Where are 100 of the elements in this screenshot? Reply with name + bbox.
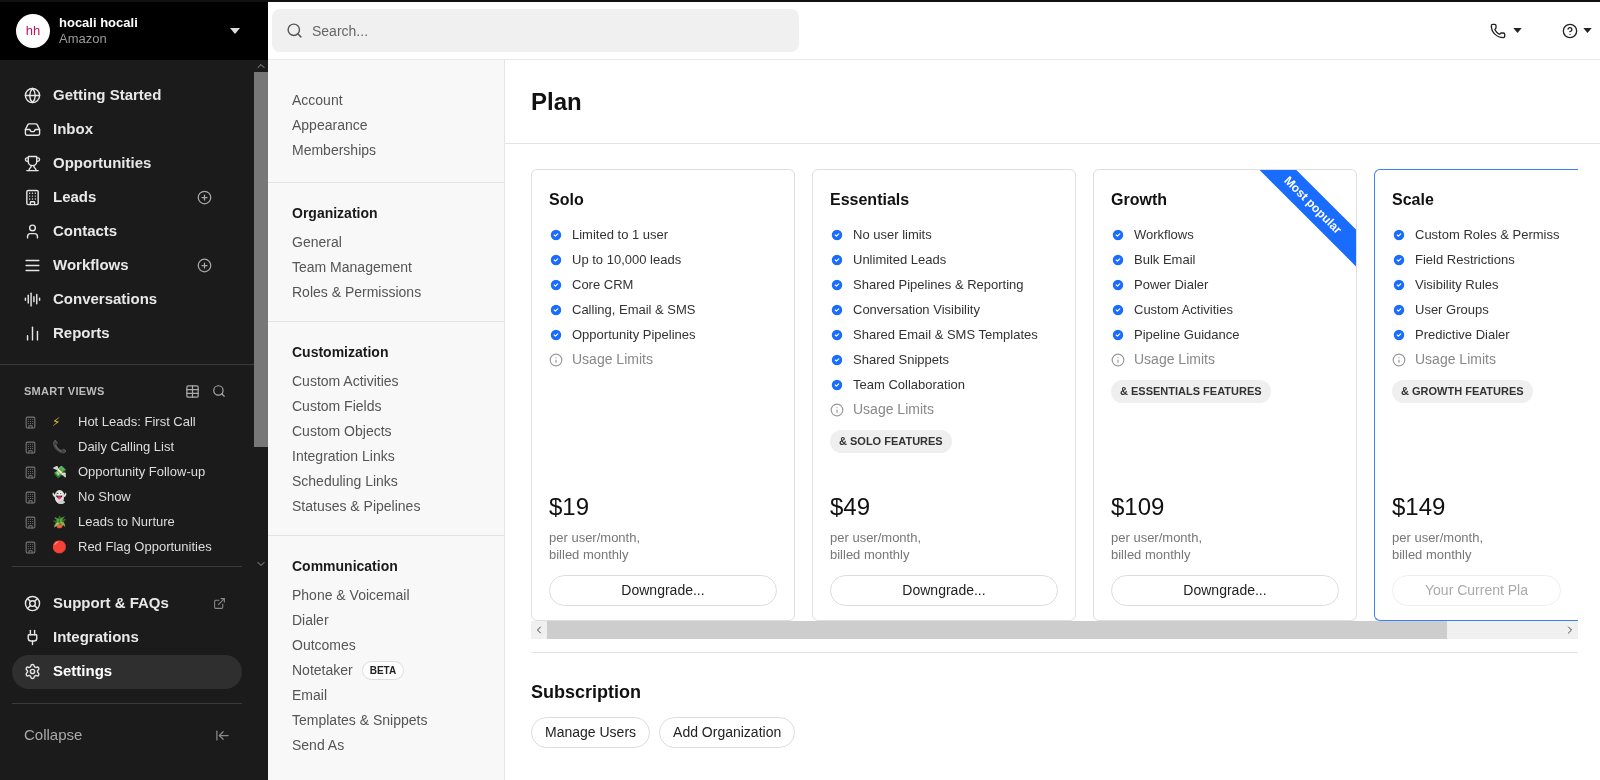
add-icon[interactable] xyxy=(197,257,212,273)
settings-icon xyxy=(24,663,41,680)
company-name: Amazon xyxy=(59,31,108,48)
nav-label: Opportunities xyxy=(53,152,152,173)
smart-view-item[interactable]: 💸 Opportunity Follow-up xyxy=(24,459,230,485)
help-menu-button[interactable] xyxy=(1562,22,1592,39)
nav-label: Settings xyxy=(53,661,113,682)
emoji-icon: 🔴 xyxy=(52,538,68,556)
check-icon xyxy=(1392,302,1406,317)
feature-text: Shared Snippets xyxy=(853,350,950,369)
info-icon xyxy=(1111,352,1125,367)
trophy-icon xyxy=(24,154,41,172)
nav-item[interactable]: Leads xyxy=(12,180,242,214)
price-period: per user/month, xyxy=(1392,529,1485,546)
plan-price: $149 xyxy=(1392,492,1447,522)
smart-view-item[interactable]: 📞 Daily Calling List xyxy=(24,434,230,460)
nav-item[interactable]: Opportunities xyxy=(12,146,242,180)
section-title: SMART VIEWS xyxy=(24,384,105,399)
user-name: hocali hocali xyxy=(59,14,138,31)
includes-tag: & ESSENTIALS FEATURES xyxy=(1111,380,1271,403)
search-field[interactable]: Search... xyxy=(272,9,799,52)
external-link-icon[interactable] xyxy=(213,597,226,610)
settings-section-title: Communication xyxy=(292,557,399,576)
settings-link[interactable]: Custom Activities xyxy=(292,371,399,392)
plan-name: Solo xyxy=(549,190,584,210)
settings-section-title: Organization xyxy=(292,204,379,223)
feature-text: Conversation Visibility xyxy=(853,300,980,319)
check-icon xyxy=(549,277,563,292)
settings-link[interactable]: Account xyxy=(292,90,343,111)
settings-link[interactable]: Email xyxy=(292,685,327,706)
feature-text: Unlimited Leads xyxy=(853,250,947,269)
account-header[interactable]: hh hocali hocali Amazon xyxy=(0,2,268,60)
settings-link[interactable]: Phone & Voicemail xyxy=(292,585,410,606)
plan-name: Essentials xyxy=(830,190,910,210)
check-icon xyxy=(830,252,844,267)
nav-item[interactable]: Contacts xyxy=(12,214,242,248)
settings-link[interactable]: Send As xyxy=(292,735,345,756)
globe-icon xyxy=(24,86,41,104)
add-icon[interactable] xyxy=(197,189,212,205)
lifebuoy-icon xyxy=(24,595,41,612)
settings-link[interactable]: General xyxy=(292,232,342,253)
check-icon xyxy=(1392,227,1406,242)
check-icon xyxy=(1111,252,1125,267)
search-icon[interactable] xyxy=(212,384,226,399)
check-icon xyxy=(1392,327,1406,342)
settings-link[interactable]: Statuses & Pipelines xyxy=(292,496,421,517)
settings-link[interactable]: Custom Fields xyxy=(292,396,382,417)
feature-text: Predictive Dialer xyxy=(1415,325,1510,344)
smart-view-item[interactable]: ⚡ Hot Leads: First Call xyxy=(24,409,230,435)
feature-text: Shared Email & SMS Templates xyxy=(853,325,1038,344)
settings-link[interactable]: Notetaker xyxy=(292,660,353,681)
feature-text: Opportunity Pipelines xyxy=(572,325,696,344)
info-icon xyxy=(1392,352,1406,367)
nav-item[interactable]: Inbox xyxy=(12,112,242,146)
plan-price: $19 xyxy=(549,492,591,522)
feature-text: Limited to 1 user xyxy=(572,225,669,244)
settings-link[interactable]: Outcomes xyxy=(292,635,356,656)
nav-item[interactable]: Support & FAQs xyxy=(12,586,242,621)
building-icon xyxy=(24,515,37,529)
settings-link[interactable]: Integration Links xyxy=(292,446,395,467)
settings-link[interactable]: Team Management xyxy=(292,257,412,278)
smart-view-item[interactable]: 👻 No Show xyxy=(24,484,230,510)
building-icon xyxy=(24,415,37,429)
search-icon xyxy=(286,22,303,39)
caret-icon[interactable] xyxy=(230,28,240,34)
nav-item[interactable]: Workflows xyxy=(12,248,242,282)
phone-menu-button[interactable] xyxy=(1490,22,1522,39)
collapse-label[interactable]: Collapse xyxy=(24,723,83,747)
table-icon[interactable] xyxy=(185,383,200,399)
check-icon xyxy=(830,327,844,342)
nav-item[interactable]: Reports xyxy=(12,316,242,350)
building-icon xyxy=(24,540,37,554)
check-icon xyxy=(549,327,563,342)
feature-text: Up to 10,000 leads xyxy=(572,250,682,269)
page-title: Plan xyxy=(531,86,582,117)
settings-link[interactable]: Custom Objects xyxy=(292,421,392,442)
billing-note: billed monthly xyxy=(1111,546,1192,563)
settings-link[interactable]: Roles & Permissions xyxy=(292,282,422,303)
price-period: per user/month, xyxy=(549,529,642,546)
settings-link[interactable]: Templates & Snippets xyxy=(292,710,428,731)
nav-item[interactable]: Getting Started xyxy=(12,78,242,112)
inbox-icon xyxy=(24,120,41,138)
settings-link[interactable]: Memberships xyxy=(292,140,377,161)
settings-link[interactable]: Appearance xyxy=(292,115,368,136)
sound-wave-icon xyxy=(24,290,41,308)
emoji-icon: 🪴 xyxy=(52,513,68,531)
check-icon xyxy=(830,352,844,367)
feature-text: No user limits xyxy=(853,225,932,244)
nav-item[interactable]: Settings xyxy=(12,654,242,689)
check-icon xyxy=(830,377,844,392)
building-icon xyxy=(24,490,37,504)
nav-item[interactable]: Integrations xyxy=(12,620,242,655)
smart-view-item[interactable]: 🔴 Red Flag Opportunities xyxy=(24,534,230,560)
billing-note: billed monthly xyxy=(830,546,911,563)
settings-link[interactable]: Scheduling Links xyxy=(292,471,398,492)
price-period: per user/month, xyxy=(1111,529,1204,546)
nav-item[interactable]: Conversations xyxy=(12,282,242,316)
settings-link[interactable]: Dialer xyxy=(292,610,329,631)
smart-view-item[interactable]: 🪴 Leads to Nurture xyxy=(24,509,230,535)
settings-section-title: Customization xyxy=(292,343,390,362)
